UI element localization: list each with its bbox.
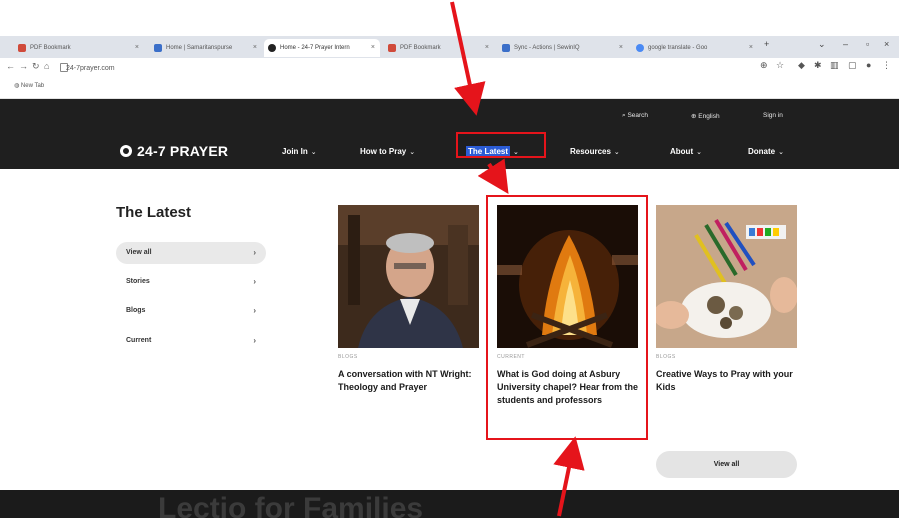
chevron-right-icon: ›: [253, 248, 256, 257]
sidebar-item-stories[interactable]: Stories ›: [116, 271, 266, 293]
nav-label: Join In: [282, 147, 308, 156]
new-tab-icon[interactable]: +: [764, 39, 769, 49]
browser-tab-bar: PDF Bookmark × Home | Samaritanspurse × …: [0, 36, 899, 58]
browser-tab[interactable]: PDF Bookmark ×: [14, 39, 144, 57]
maximize-icon[interactable]: ▫: [866, 39, 869, 49]
browser-tab[interactable]: PDF Bookmark ×: [384, 39, 494, 57]
search-label: Search: [627, 112, 649, 119]
back-icon[interactable]: ←: [6, 61, 15, 71]
tab-label: Home - 24-7 Prayer Intern: [280, 45, 350, 51]
sidebar-item-label: Current: [126, 337, 152, 344]
chevron-down-icon[interactable]: ⌄: [818, 39, 826, 50]
tab-label: PDF Bookmark: [400, 45, 441, 51]
view-all-button[interactable]: View all: [656, 451, 797, 478]
chevron-right-icon: ›: [253, 277, 256, 286]
sidebar-item-blogs[interactable]: Blogs ›: [116, 300, 266, 322]
url-field[interactable]: 24-7prayer.com: [56, 61, 586, 76]
extension-icon[interactable]: ◆: [798, 60, 805, 71]
menu-icon[interactable]: ⋮: [882, 60, 891, 71]
language-link[interactable]: ⊕ English: [691, 112, 720, 120]
nav-how-to-pray[interactable]: How to Pray ⌄: [360, 147, 415, 156]
signin-link[interactable]: Sign in: [763, 112, 783, 119]
tab-label: google translate - Goo: [648, 45, 708, 51]
annotation-box-card: [486, 195, 648, 440]
google-icon: [636, 44, 644, 52]
close-tab-icon[interactable]: ×: [749, 39, 753, 57]
nav-label: Donate: [748, 147, 776, 156]
card-category: BLOGS: [338, 354, 358, 360]
browser-tab[interactable]: Home | Samaritanspurse ×: [150, 39, 262, 57]
card-title[interactable]: Creative Ways to Pray with your Kids: [656, 368, 801, 394]
nav-join-in[interactable]: Join In ⌄: [282, 147, 317, 156]
puzzle-icon[interactable]: ✱: [814, 60, 822, 71]
sidebar-item-label: View all: [126, 249, 152, 256]
pdf-icon: [388, 44, 396, 52]
site-icon: [268, 44, 276, 52]
site-header: [0, 99, 899, 169]
tab-label: Sync - Actions | SewinIQ: [514, 45, 580, 51]
search-link[interactable]: ⌕ Search: [622, 112, 648, 120]
pdf-icon: [18, 44, 26, 52]
site-icon: [502, 44, 510, 52]
logo-icon: [120, 145, 132, 157]
split-icon[interactable]: ▢: [848, 60, 857, 71]
page-title: The Latest: [116, 204, 192, 221]
reload-icon[interactable]: ↻: [32, 61, 40, 72]
card-category: BLOGS: [656, 354, 676, 360]
sidebar-icon[interactable]: ▥: [830, 60, 839, 71]
site-icon: [154, 44, 162, 52]
browser-tab-active[interactable]: Home - 24-7 Prayer Intern ×: [264, 39, 380, 57]
star-icon[interactable]: ☆: [776, 60, 784, 71]
chevron-right-icon: ›: [253, 306, 256, 315]
language-label: English: [698, 113, 720, 120]
card-title[interactable]: A conversation with NT Wright: Theology …: [338, 368, 483, 394]
tab-label: Home | Samaritanspurse: [166, 45, 233, 51]
bookmark-label: New Tab: [20, 83, 45, 89]
close-tab-icon[interactable]: ×: [485, 39, 489, 57]
sidebar-item-label: Blogs: [126, 307, 146, 314]
chevron-down-icon: ⌄: [613, 149, 620, 156]
home-icon[interactable]: ⌂: [44, 61, 49, 71]
card-image-crafts[interactable]: [656, 205, 797, 348]
zoom-icon[interactable]: ⊕: [760, 60, 768, 71]
sidebar-item-view-all[interactable]: View all ›: [116, 242, 266, 264]
nav-resources[interactable]: Resources ⌄: [570, 147, 620, 156]
nav-label: About: [670, 147, 694, 156]
logo-text: 24-7 PRAYER: [137, 143, 229, 159]
bookmark-item[interactable]: ◍ New Tab: [14, 82, 44, 89]
nav-about[interactable]: About ⌄: [670, 147, 702, 156]
close-tab-icon[interactable]: ×: [135, 39, 139, 57]
browser-tab[interactable]: Sync - Actions | SewinIQ ×: [498, 39, 628, 57]
close-tab-icon[interactable]: ×: [619, 39, 623, 57]
minimize-icon[interactable]: –: [843, 39, 848, 49]
chevron-down-icon: ⌄: [696, 149, 702, 156]
forward-icon[interactable]: →: [19, 61, 28, 71]
banner-title: Lectio for Families: [158, 492, 424, 518]
nav-donate[interactable]: Donate ⌄: [748, 147, 784, 156]
card-image-portrait[interactable]: [338, 205, 479, 348]
chevron-down-icon: ⌄: [310, 149, 317, 156]
close-window-icon[interactable]: ×: [884, 39, 889, 49]
tab-label: PDF Bookmark: [30, 45, 71, 51]
nav-label: How to Pray: [360, 147, 407, 156]
bookmarks-bar: [0, 80, 899, 99]
close-tab-icon[interactable]: ×: [253, 39, 257, 57]
sidebar-item-label: Stories: [126, 278, 150, 285]
chevron-down-icon: ⌄: [409, 149, 416, 156]
featured-banner[interactable]: Lectio for Families: [0, 490, 899, 518]
close-tab-icon[interactable]: ×: [371, 39, 375, 57]
chevron-right-icon: ›: [253, 336, 256, 345]
profile-icon[interactable]: ●: [866, 60, 871, 70]
chevron-down-icon: ⌄: [778, 149, 784, 156]
annotation-box-nav: [456, 132, 546, 158]
sidebar-item-current[interactable]: Current ›: [116, 330, 266, 352]
browser-tab[interactable]: google translate - Goo ×: [632, 39, 758, 57]
nav-label: Resources: [570, 147, 611, 156]
